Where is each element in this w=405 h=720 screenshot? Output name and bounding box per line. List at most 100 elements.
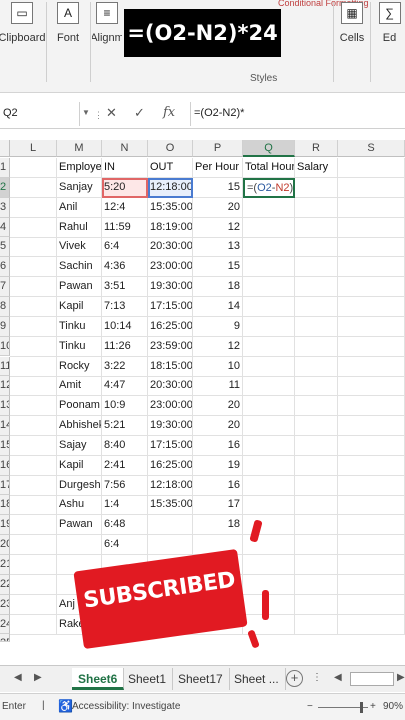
- next-sheet-icon[interactable]: ▶: [34, 672, 42, 683]
- in-time-cell[interactable]: 4:36: [102, 257, 148, 278]
- per-hour-cell[interactable]: 20: [193, 197, 243, 218]
- row-header[interactable]: 5: [0, 237, 10, 258]
- in-time-cell[interactable]: 7:56: [102, 475, 148, 496]
- grid-cell[interactable]: [10, 515, 57, 536]
- grid-cell[interactable]: [243, 574, 295, 595]
- out-time-cell[interactable]: 17:15:00: [148, 296, 193, 317]
- in-time-cell[interactable]: 5:20: [102, 177, 148, 198]
- row-header[interactable]: 6: [0, 257, 10, 278]
- formula-input[interactable]: =(O2-N2)*: [190, 102, 405, 126]
- prev-sheet-icon[interactable]: ◀: [14, 672, 22, 683]
- out-time-cell[interactable]: 20:30:00: [148, 237, 193, 258]
- grid-cell[interactable]: [243, 197, 295, 218]
- grid-cell[interactable]: [295, 435, 338, 456]
- grid-cell[interactable]: [10, 217, 57, 238]
- row-header[interactable]: 19: [0, 515, 10, 536]
- row-header[interactable]: 15: [0, 435, 10, 456]
- row-header[interactable]: 23: [0, 594, 10, 615]
- alignment-group[interactable]: ≡ Alignm: [92, 0, 122, 70]
- grid-cell[interactable]: [10, 197, 57, 218]
- grid-cell[interactable]: [243, 555, 295, 575]
- employee-name-cell[interactable]: Durgesh: [57, 475, 102, 496]
- out-time-cell[interactable]: 23:59:00: [148, 336, 193, 357]
- grid-cell[interactable]: [295, 277, 338, 298]
- column-header-n[interactable]: N: [102, 140, 148, 157]
- editing-group[interactable]: ∑ Ed: [374, 0, 405, 70]
- grid-cell[interactable]: [338, 535, 405, 556]
- grid-cell[interactable]: [10, 555, 57, 575]
- grid-cell[interactable]: [10, 455, 57, 476]
- grid-cell[interactable]: [295, 376, 338, 397]
- grid-cell[interactable]: [243, 396, 295, 417]
- in-time-cell[interactable]: 3:22: [102, 356, 148, 377]
- employee-name-cell[interactable]: Poonam: [57, 396, 102, 417]
- out-time-cell[interactable]: 19:30:00: [148, 277, 193, 298]
- out-time-cell[interactable]: 16:25:00: [148, 455, 193, 476]
- in-time-cell[interactable]: 6:4: [102, 237, 148, 258]
- per-hour-cell[interactable]: 16: [193, 435, 243, 456]
- in-time-cell[interactable]: 10:14: [102, 316, 148, 337]
- in-time-cell[interactable]: 10:9: [102, 396, 148, 417]
- out-time-cell[interactable]: 23:00:00: [148, 396, 193, 417]
- tab-sheet1[interactable]: Sheet1: [122, 668, 174, 690]
- row-header[interactable]: 16: [0, 455, 10, 476]
- row-header[interactable]: 1: [0, 158, 10, 178]
- grid-cell[interactable]: [243, 356, 295, 377]
- grid-cell[interactable]: [10, 614, 57, 635]
- grid-cell[interactable]: [10, 356, 57, 377]
- row-header[interactable]: 4: [0, 217, 10, 238]
- grid-cell[interactable]: [295, 197, 338, 218]
- grid-cell[interactable]: [243, 376, 295, 397]
- grid-cell[interactable]: [10, 237, 57, 258]
- grid-cell[interactable]: [295, 296, 338, 317]
- per-hour-cell[interactable]: 15: [193, 177, 243, 198]
- grid-cell[interactable]: [295, 257, 338, 278]
- row-header[interactable]: 7: [0, 277, 10, 297]
- grid-cell[interactable]: [295, 535, 338, 556]
- grid-cell[interactable]: [10, 594, 57, 615]
- name-box[interactable]: Q2: [0, 102, 80, 126]
- grid-cell[interactable]: [338, 237, 405, 258]
- grid-cell[interactable]: [295, 555, 338, 575]
- per-hour-cell[interactable]: 20: [193, 396, 243, 417]
- out-time-cell[interactable]: 16:25:00: [148, 316, 193, 337]
- column-header-r[interactable]: R: [295, 140, 338, 157]
- grid-cell[interactable]: [295, 177, 338, 198]
- column-header-o[interactable]: O: [148, 140, 193, 157]
- grid-cell[interactable]: [243, 455, 295, 476]
- row-header[interactable]: 13: [0, 396, 10, 417]
- per-hour-cell[interactable]: 10: [193, 356, 243, 377]
- grid-cell[interactable]: [295, 396, 338, 417]
- row-header[interactable]: 9: [0, 316, 10, 337]
- grid-cell[interactable]: [295, 217, 338, 238]
- insert-function-icon[interactable]: fx: [163, 105, 175, 120]
- out-time-cell[interactable]: 20:30:00: [148, 376, 193, 397]
- grid-cell[interactable]: [10, 296, 57, 317]
- grid-cell[interactable]: [243, 316, 295, 337]
- in-time-cell[interactable]: 11:26: [102, 336, 148, 357]
- row-header[interactable]: 22: [0, 574, 10, 595]
- grid-cell[interactable]: [295, 336, 338, 357]
- grid-cell[interactable]: [10, 158, 57, 178]
- grid-cell[interactable]: [295, 614, 338, 635]
- in-time-cell[interactable]: 8:40: [102, 435, 148, 456]
- row-header[interactable]: 3: [0, 197, 10, 218]
- row-header[interactable]: 2: [0, 177, 10, 198]
- row-header[interactable]: 21: [0, 555, 10, 575]
- per-hour-cell[interactable]: 18: [193, 277, 243, 298]
- tab-sheet-more[interactable]: Sheet ...: [228, 668, 286, 690]
- grid-cell[interactable]: [10, 574, 57, 595]
- grid-cell[interactable]: [243, 257, 295, 278]
- in-time-cell[interactable]: 4:47: [102, 376, 148, 397]
- zoom-out-icon[interactable]: −: [307, 701, 313, 712]
- employee-name-cell[interactable]: Sanjay: [57, 177, 102, 198]
- grid-cell[interactable]: [10, 435, 57, 456]
- employee-name-cell[interactable]: Tinku: [57, 336, 102, 357]
- row-header[interactable]: 8: [0, 296, 10, 317]
- in-time-cell[interactable]: 6:48: [102, 515, 148, 536]
- font-group[interactable]: A Font: [50, 0, 86, 70]
- per-hour-cell[interactable]: 14: [193, 296, 243, 317]
- grid-cell[interactable]: [295, 455, 338, 476]
- in-time-cell[interactable]: 6:4: [102, 535, 148, 556]
- grid-cell[interactable]: [338, 336, 405, 357]
